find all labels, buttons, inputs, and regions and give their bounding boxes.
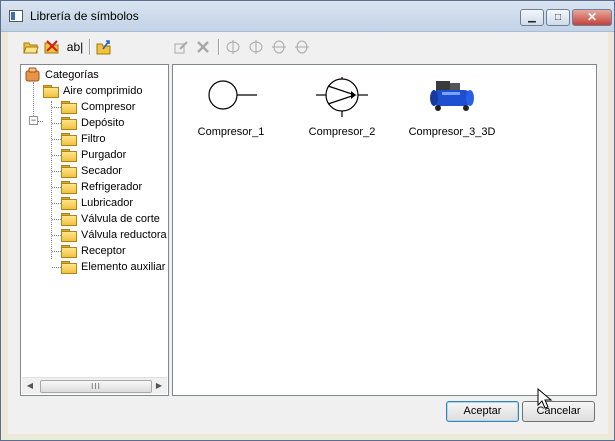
symbol-library-window: Librería de símbolos ▁ □ ✕ ab| Categoría… <box>0 0 615 441</box>
folder-icon <box>61 181 77 194</box>
tree-line <box>52 267 61 268</box>
folder-icon <box>61 133 77 146</box>
folder-icon <box>61 229 77 242</box>
tree-line <box>52 139 61 140</box>
toolbar-separator <box>218 39 220 55</box>
tree-item-label: Filtro <box>81 133 106 145</box>
close-button[interactable]: ✕ <box>572 9 612 26</box>
folder-icon <box>61 213 77 226</box>
rotate-left-icon[interactable] <box>224 38 242 56</box>
dialog-body: ab| Categorías − Aire comprimido Compres… <box>8 32 608 434</box>
tree-item-label: Receptor <box>81 245 126 257</box>
symbol-label: Compresor_3_3D <box>408 126 496 138</box>
tree-line <box>52 171 61 172</box>
tree-line <box>38 121 43 122</box>
folder-icon <box>61 261 77 274</box>
symbol-compresor-2[interactable]: Compresor_2 <box>287 73 397 143</box>
delete-icon[interactable] <box>43 38 61 56</box>
compressor-3d-icon <box>430 81 474 111</box>
edit-icon[interactable] <box>172 38 190 56</box>
folder-icon <box>61 197 77 210</box>
remove-icon[interactable] <box>194 38 212 56</box>
accept-button[interactable]: Aceptar <box>446 401 519 422</box>
categories-icon <box>25 67 40 82</box>
title-bar[interactable]: Librería de símbolos ▁ □ ✕ <box>1 1 614 32</box>
flip-horizontal-icon[interactable] <box>270 38 288 56</box>
symbol-label: Compresor_1 <box>197 126 265 138</box>
tree-item-label: Elemento auxiliar <box>81 261 166 273</box>
tree-item-label: Purgador <box>81 149 127 161</box>
tree-item-label: Depósito <box>81 117 125 129</box>
tree-line <box>52 155 61 156</box>
mouse-cursor-icon <box>537 388 553 409</box>
tree-line <box>52 219 61 220</box>
compressor-symbol-2-icon <box>316 77 368 117</box>
open-folder-icon <box>43 85 59 98</box>
toolbar: ab| <box>8 36 608 58</box>
maximize-button[interactable]: □ <box>546 9 570 26</box>
tree-line <box>52 235 61 236</box>
tree-item-label: Válvula reductora <box>81 229 167 241</box>
tree-item-label: Refrigerador <box>81 181 143 193</box>
symbol-compresor-1[interactable]: Compresor_1 <box>176 73 286 143</box>
folder-icon <box>61 245 77 258</box>
cancel-button[interactable]: Cancelar <box>522 401 595 422</box>
rotate-right-icon[interactable] <box>247 38 265 56</box>
tree-item-label: Compresor <box>81 101 136 113</box>
tree-line <box>52 203 61 204</box>
scroll-right-icon[interactable]: ▶ <box>151 378 167 394</box>
tree-group-label: Aire comprimido <box>63 85 143 97</box>
symbol-compresor-3-3d[interactable]: Compresor_3_3D <box>397 73 507 143</box>
tree-item-label: Lubricador <box>81 197 133 209</box>
folder-icon <box>61 117 77 130</box>
scroll-thumb[interactable]: III <box>40 380 152 393</box>
app-icon <box>9 10 23 22</box>
tree-line <box>52 187 61 188</box>
folder-icon <box>61 149 77 162</box>
compressor-symbol-1-icon <box>208 80 257 110</box>
folder-icon <box>61 101 77 114</box>
flip-vertical-icon[interactable] <box>293 38 311 56</box>
tree-item-label: Válvula de corte <box>81 213 160 225</box>
rename-icon[interactable]: ab| <box>64 38 86 56</box>
symbol-gallery[interactable]: Compresor_1 Compresor_2 Compresor_3_3D <box>172 64 597 396</box>
tree-expander[interactable]: − <box>29 116 38 125</box>
symbol-label: Compresor_2 <box>308 126 376 138</box>
category-tree[interactable]: Categorías − Aire comprimido Compresor De… <box>20 64 169 396</box>
window-title: Librería de símbolos <box>30 9 139 23</box>
minimize-button[interactable]: ▁ <box>520 9 544 26</box>
scroll-left-icon[interactable]: ◀ <box>22 378 38 394</box>
tree-root-label: Categorías <box>45 69 99 81</box>
folder-icon <box>61 165 77 178</box>
toolbar-separator <box>89 39 91 55</box>
tree-line <box>33 82 34 116</box>
import-icon[interactable] <box>95 38 113 56</box>
tree-item-label: Secador <box>81 165 122 177</box>
open-folder-icon[interactable] <box>22 38 40 56</box>
tree-line <box>52 251 61 252</box>
tree-line <box>52 123 61 124</box>
tree-horizontal-scrollbar[interactable]: ◀ III ▶ <box>22 377 167 394</box>
tree-line <box>52 107 61 108</box>
